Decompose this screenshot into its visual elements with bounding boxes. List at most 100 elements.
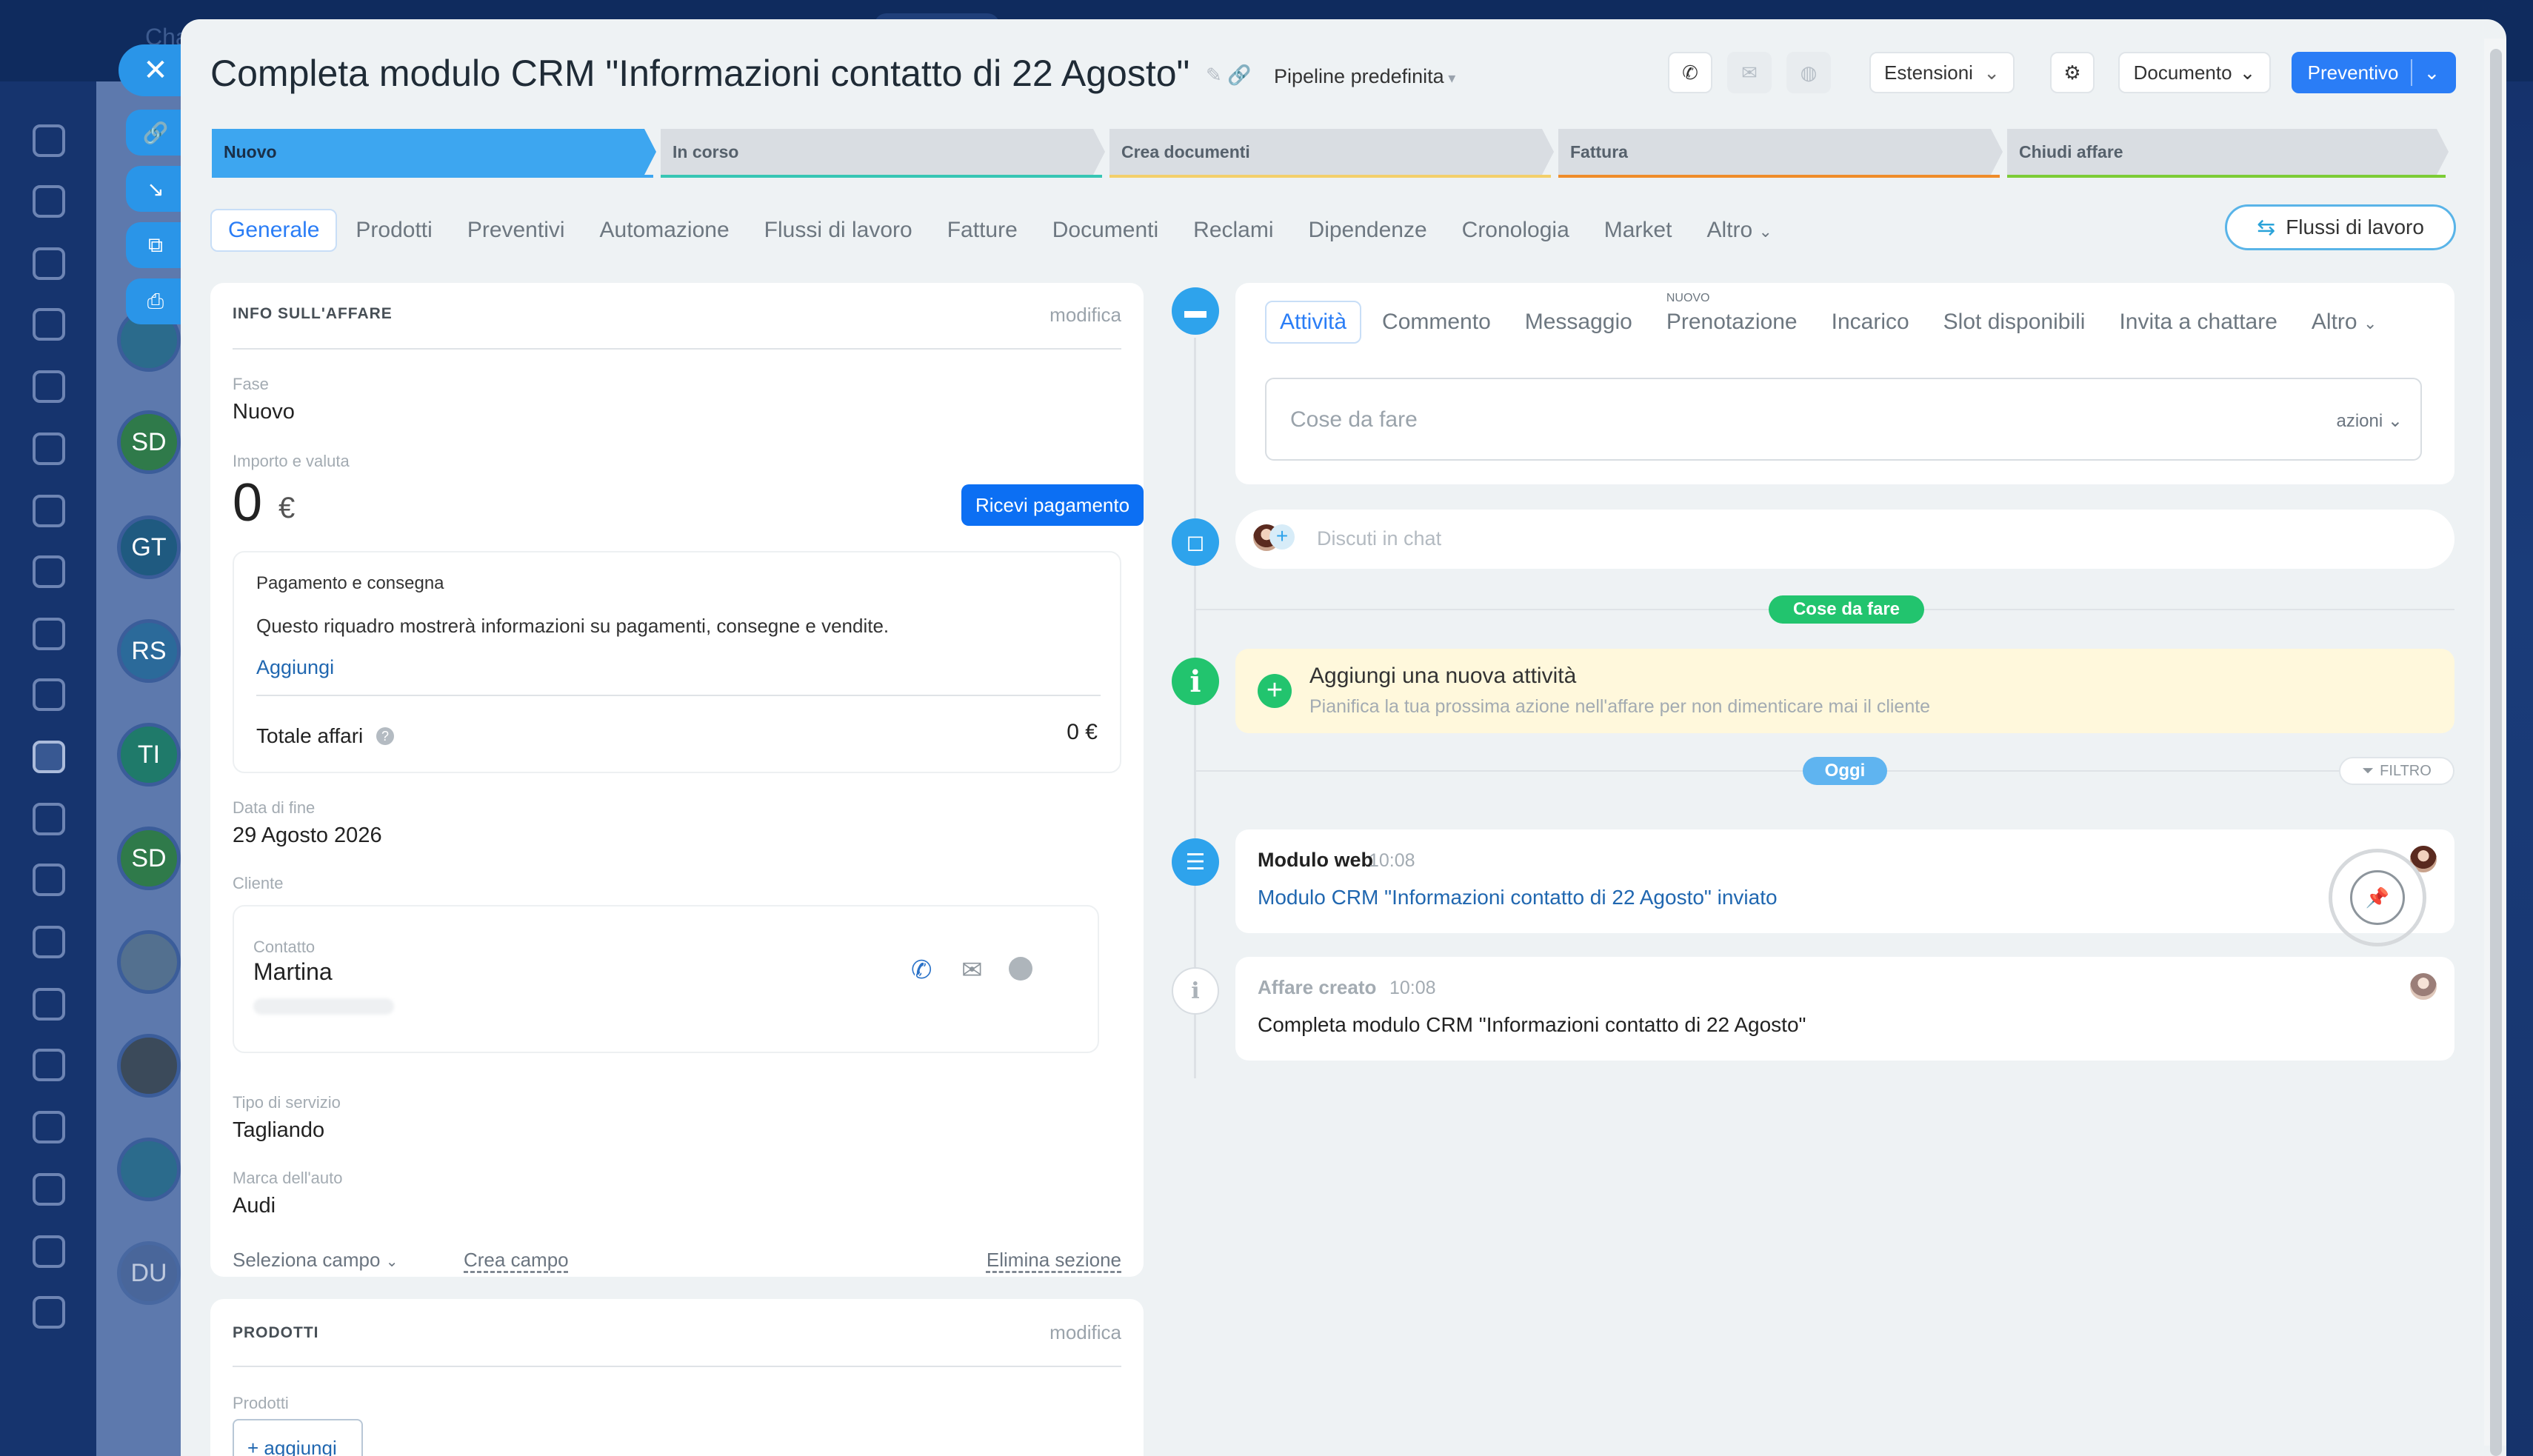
tab-preventivi[interactable]: Preventivi [451,210,581,250]
actions-dropdown[interactable]: azioni ⌄ [2337,410,2403,432]
rail-sites-icon[interactable] [33,926,65,958]
call-button[interactable]: ✆ [1668,52,1712,93]
rail-avatar[interactable] [117,1034,181,1098]
print-tab[interactable]: ⎙ [126,278,185,324]
tab-altro[interactable]: Altro ⌄ [1690,210,1788,250]
rail-cart-icon[interactable] [33,803,65,835]
tab-market[interactable]: Market [1588,210,1689,250]
chat-button[interactable]: ◍ [1786,52,1831,93]
edit-link[interactable]: modifica [1049,1321,1121,1344]
rail-avatar[interactable]: RS [117,619,181,683]
settings-button[interactable]: ⚙ [2050,52,2095,93]
suggest-title[interactable]: Aggiungi una nuova attività [1309,664,1576,689]
rail-table-icon[interactable] [33,1111,65,1143]
tab-reclami[interactable]: Reclami [1177,210,1289,250]
minimize-tab[interactable]: ↘ [126,166,185,212]
document-label: Documento [2133,61,2232,84]
rail-edit-icon[interactable] [33,1296,65,1329]
rail-avatar[interactable] [117,930,181,994]
select-field-dropdown[interactable]: Seleziona campo ⌄ [233,1249,398,1272]
tab-invita[interactable]: Invita a chattare [2106,302,2290,342]
rail-file-icon[interactable] [33,618,65,650]
rail-avatar[interactable]: SD [117,826,181,890]
tab-slot[interactable]: Slot disponibili [1930,302,2099,342]
stage-fattura[interactable]: Fattura [1558,129,2003,175]
tab-attivita[interactable]: Attività [1265,301,1362,344]
rail-avatar[interactable]: SD [117,410,181,474]
stage-chiudi-affare[interactable]: Chiudi affare [2007,129,2449,175]
service-value[interactable]: Tagliando [233,1118,324,1143]
tab-cronologia[interactable]: Cronologia [1446,210,1586,250]
tab-automazione[interactable]: Automazione [584,210,746,250]
tab-generale[interactable]: Generale [210,209,338,252]
email-button[interactable]: ✉ [1727,52,1772,93]
stage-crea-documenti[interactable]: Crea documenti [1109,129,1554,175]
help-icon[interactable]: ? [376,727,394,745]
extensions-button[interactable]: Estensioni ⌄ [1869,52,2015,93]
rail-settings-icon[interactable] [33,370,65,403]
open-new-window-tab[interactable]: ⧉ [126,222,185,268]
copy-link-tab[interactable]: 🔗 [126,110,185,156]
pin-button[interactable]: 📌 [2329,849,2426,946]
rail-sign-icon[interactable] [33,1235,65,1268]
filter-button[interactable]: ⏷ FILTRO [2339,757,2454,785]
suggest-subtitle: Pianifica la tua prossima azione nell'af… [1309,696,1931,717]
car-value[interactable]: Audi [233,1194,276,1218]
add-participant-icon[interactable]: + [1269,524,1295,550]
quote-button[interactable]: Preventivo ⌄ [2292,52,2456,93]
tab-altro[interactable]: Altro ⌄ [2298,302,2390,342]
rail-avatar[interactable]: DU [117,1241,181,1305]
delete-section-link[interactable]: Elimina sezione [987,1249,1121,1272]
stage-in-corso[interactable]: In corso [661,129,1105,175]
rail-calendar-icon[interactable] [33,495,65,527]
stage-nuovo[interactable]: Nuovo [212,129,656,175]
contact-label: Contatto [253,938,316,956]
contact-name[interactable]: Martina [253,958,333,986]
link-icon[interactable]: 🔗 [1227,64,1251,86]
rail-board-icon[interactable] [33,555,65,588]
edit-link[interactable]: modifica [1049,304,1121,327]
rail-robot-icon[interactable] [33,988,65,1021]
webform-link[interactable]: Modulo CRM "Informazioni contatto di 22 … [1258,886,1778,909]
create-field-link[interactable]: Crea campo [464,1249,569,1272]
tab-messaggio[interactable]: Messaggio [1512,302,1646,342]
rail-store-icon[interactable] [33,864,65,896]
rail-crm-icon[interactable] [33,741,65,773]
tab-dipendenze[interactable]: Dipendenze [1292,210,1444,250]
rail-library-icon[interactable] [33,1049,65,1081]
tab-prenotazione[interactable]: NUOVO Prenotazione [1653,292,1811,342]
chat-icon[interactable] [1009,957,1032,981]
mail-icon[interactable]: ✉ [961,955,983,985]
rail-card-icon[interactable] [33,678,65,711]
pipeline-selector[interactable]: Pipeline predefinita [1274,65,1455,88]
stage-value[interactable]: Nuovo [233,400,295,424]
add-activity-button[interactable]: + [1258,674,1292,708]
phone-icon[interactable]: ✆ [911,955,932,985]
rail-chat-icon[interactable] [33,185,65,218]
rail-chart-icon[interactable] [33,1173,65,1206]
chat-discussion-bar[interactable]: + Discuti in chat [1235,510,2454,569]
add-payment-link[interactable]: Aggiungi [256,656,334,679]
rail-avatar[interactable]: GT [117,515,181,579]
rail-avatar[interactable] [117,1138,181,1201]
receive-payment-button[interactable]: Ricevi pagamento [961,484,1144,526]
end-date-value[interactable]: 29 Agosto 2026 [233,824,382,848]
todo-input[interactable]: Cose da fare azioni ⌄ [1265,378,2422,461]
scrollbar-thumb[interactable] [2490,49,2502,1456]
rail-feed-icon[interactable] [33,124,65,157]
rail-groups-icon[interactable] [33,308,65,341]
tab-prodotti[interactable]: Prodotti [339,210,448,250]
tab-fatture[interactable]: Fatture [931,210,1034,250]
tab-commento[interactable]: Commento [1369,302,1504,342]
document-button[interactable]: Documento ⌄ [2118,52,2271,93]
pencil-icon[interactable]: ✎ [1206,64,1222,86]
tab-incarico[interactable]: Incarico [1818,302,1923,342]
rail-docs-icon[interactable] [33,433,65,465]
tab-documenti[interactable]: Documenti [1036,210,1175,250]
workflows-button[interactable]: ⇆ Flussi di lavoro [2225,204,2456,250]
rail-avatar[interactable]: TI [117,723,181,787]
add-product-button[interactable]: + aggiungi [233,1419,363,1456]
amount-value[interactable]: 0 [233,472,262,533]
tab-flussi[interactable]: Flussi di lavoro [748,210,929,250]
rail-tasks-icon[interactable] [33,247,65,280]
